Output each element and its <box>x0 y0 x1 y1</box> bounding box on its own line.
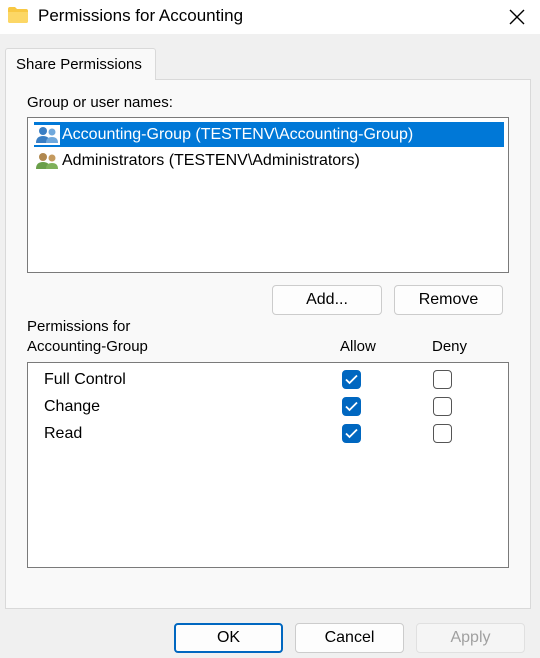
cancel-button[interactable]: Cancel <box>295 623 404 653</box>
ok-button[interactable]: OK <box>174 623 283 653</box>
folder-icon <box>8 7 28 23</box>
permission-name: Full Control <box>44 371 126 388</box>
user-group-icon <box>34 124 60 145</box>
permission-name: Read <box>44 425 83 442</box>
allow-checkbox[interactable] <box>342 424 361 443</box>
checkmark-icon <box>345 374 358 385</box>
add-button[interactable]: Add... <box>272 285 382 315</box>
window-title: Permissions for Accounting <box>38 6 244 25</box>
deny-column-header: Deny <box>432 338 468 355</box>
permissions-list: Full Control Change Read <box>27 362 509 568</box>
checkmark-icon <box>345 428 358 439</box>
close-icon <box>509 9 525 25</box>
close-button[interactable] <box>494 0 540 34</box>
user-group-icon <box>36 152 58 169</box>
list-item-label: Accounting-Group (TESTENV\Accounting-Gro… <box>62 125 414 143</box>
deny-checkbox[interactable] <box>433 397 452 416</box>
apply-button[interactable]: Apply <box>416 623 525 653</box>
remove-button[interactable]: Remove <box>394 285 503 315</box>
list-item-accounting-group[interactable]: Accounting-Group (TESTENV\Accounting-Gro… <box>34 122 504 147</box>
deny-checkbox[interactable] <box>433 424 452 443</box>
permission-name: Change <box>44 398 101 415</box>
permissions-label-line1: Permissions for <box>27 318 131 335</box>
allow-checkbox[interactable] <box>342 397 361 416</box>
permission-row-full-control: Full Control <box>28 366 508 393</box>
list-item-label: Administrators (TESTENV\Administrators) <box>62 151 360 169</box>
groups-label: Group or user names: <box>27 94 173 111</box>
group-list[interactable]: Accounting-Group (TESTENV\Accounting-Gro… <box>27 117 509 273</box>
permission-row-read: Read <box>28 420 508 447</box>
checkmark-icon <box>345 401 358 412</box>
tab-share-permissions[interactable]: Share Permissions <box>5 48 156 80</box>
allow-checkbox[interactable] <box>342 370 361 389</box>
tab-label: Share Permissions <box>16 56 142 73</box>
permissions-label-line2: Accounting-Group <box>27 338 148 355</box>
permission-row-change: Change <box>28 393 508 420</box>
title-bar: Permissions for Accounting <box>0 0 540 34</box>
list-item-administrators[interactable]: Administrators (TESTENV\Administrators) <box>34 148 504 173</box>
deny-checkbox[interactable] <box>433 370 452 389</box>
allow-column-header: Allow <box>340 338 376 355</box>
